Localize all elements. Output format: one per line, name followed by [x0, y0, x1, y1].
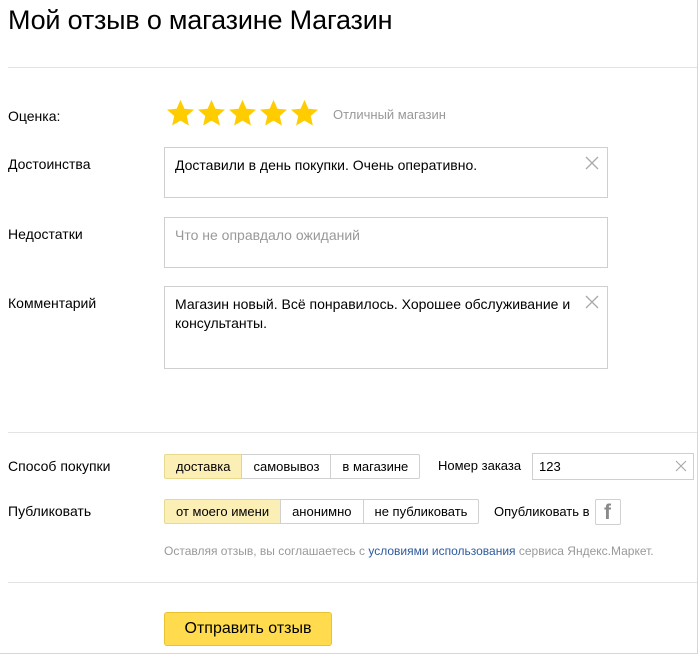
- comment-label: Комментарий: [8, 295, 97, 311]
- divider: [8, 582, 697, 583]
- pros-text[interactable]: Доставили в день покупки. Очень оператив…: [175, 156, 571, 175]
- purchase-label: Способ покупки: [8, 458, 111, 474]
- publish-label: Публиковать: [8, 503, 92, 519]
- rating-label: Оценка:: [8, 108, 61, 124]
- clear-icon[interactable]: [585, 156, 599, 170]
- rating-stars[interactable]: [165, 98, 320, 128]
- divider: [8, 67, 697, 68]
- purchase-option-delivery[interactable]: доставка: [164, 454, 243, 479]
- publish-selector[interactable]: от моего имени анонимно не публиковать: [164, 499, 480, 524]
- pros-field[interactable]: Доставили в день покупки. Очень оператив…: [164, 147, 608, 198]
- divider: [8, 432, 697, 433]
- cons-field[interactable]: Что не оправдало ожиданий: [164, 217, 608, 268]
- star-icon-3[interactable]: [227, 98, 258, 128]
- clear-icon[interactable]: [675, 460, 687, 472]
- rating-description: Отличный магазин: [333, 107, 446, 122]
- purchase-option-pickup[interactable]: самовывоз: [241, 454, 332, 479]
- terms-prefix: Оставляя отзыв, вы соглашаетесь с: [164, 544, 369, 558]
- star-icon-1[interactable]: [165, 98, 196, 128]
- facebook-icon[interactable]: f: [595, 499, 621, 525]
- order-number-value[interactable]: 123: [539, 459, 561, 474]
- star-icon-5[interactable]: [289, 98, 320, 128]
- purchase-option-in-store[interactable]: в магазине: [330, 454, 421, 479]
- cons-placeholder[interactable]: Что не оправдало ожиданий: [175, 226, 571, 245]
- publish-option-own-name[interactable]: от моего имени: [164, 499, 282, 524]
- comment-field[interactable]: Магазин новый. Всё понравилось. Хорошее …: [164, 286, 608, 369]
- terms-notice: Оставляя отзыв, вы соглашаетесь с услови…: [164, 544, 654, 558]
- order-number-label: Номер заказа: [438, 458, 522, 473]
- terms-suffix: сервиса Яндекс.Маркет.: [515, 544, 654, 558]
- purchase-method-selector[interactable]: доставка самовывоз в магазине: [164, 454, 421, 479]
- clear-icon[interactable]: [585, 295, 599, 309]
- submit-review-button[interactable]: Отправить отзыв: [164, 612, 332, 646]
- page-title: Мой отзыв о магазине Магазин: [8, 5, 393, 35]
- publish-option-do-not-publish[interactable]: не публиковать: [362, 499, 480, 524]
- share-label: Опубликовать в: [494, 504, 590, 519]
- star-icon-4[interactable]: [258, 98, 289, 128]
- publish-option-anonymous[interactable]: анонимно: [280, 499, 364, 524]
- comment-text[interactable]: Магазин новый. Всё понравилось. Хорошее …: [175, 295, 571, 333]
- star-icon-2[interactable]: [196, 98, 227, 128]
- cons-label: Недостатки: [8, 226, 83, 242]
- terms-link[interactable]: условиями использования: [368, 544, 515, 558]
- order-number-input[interactable]: 123: [532, 453, 694, 480]
- pros-label: Достоинства: [8, 156, 91, 172]
